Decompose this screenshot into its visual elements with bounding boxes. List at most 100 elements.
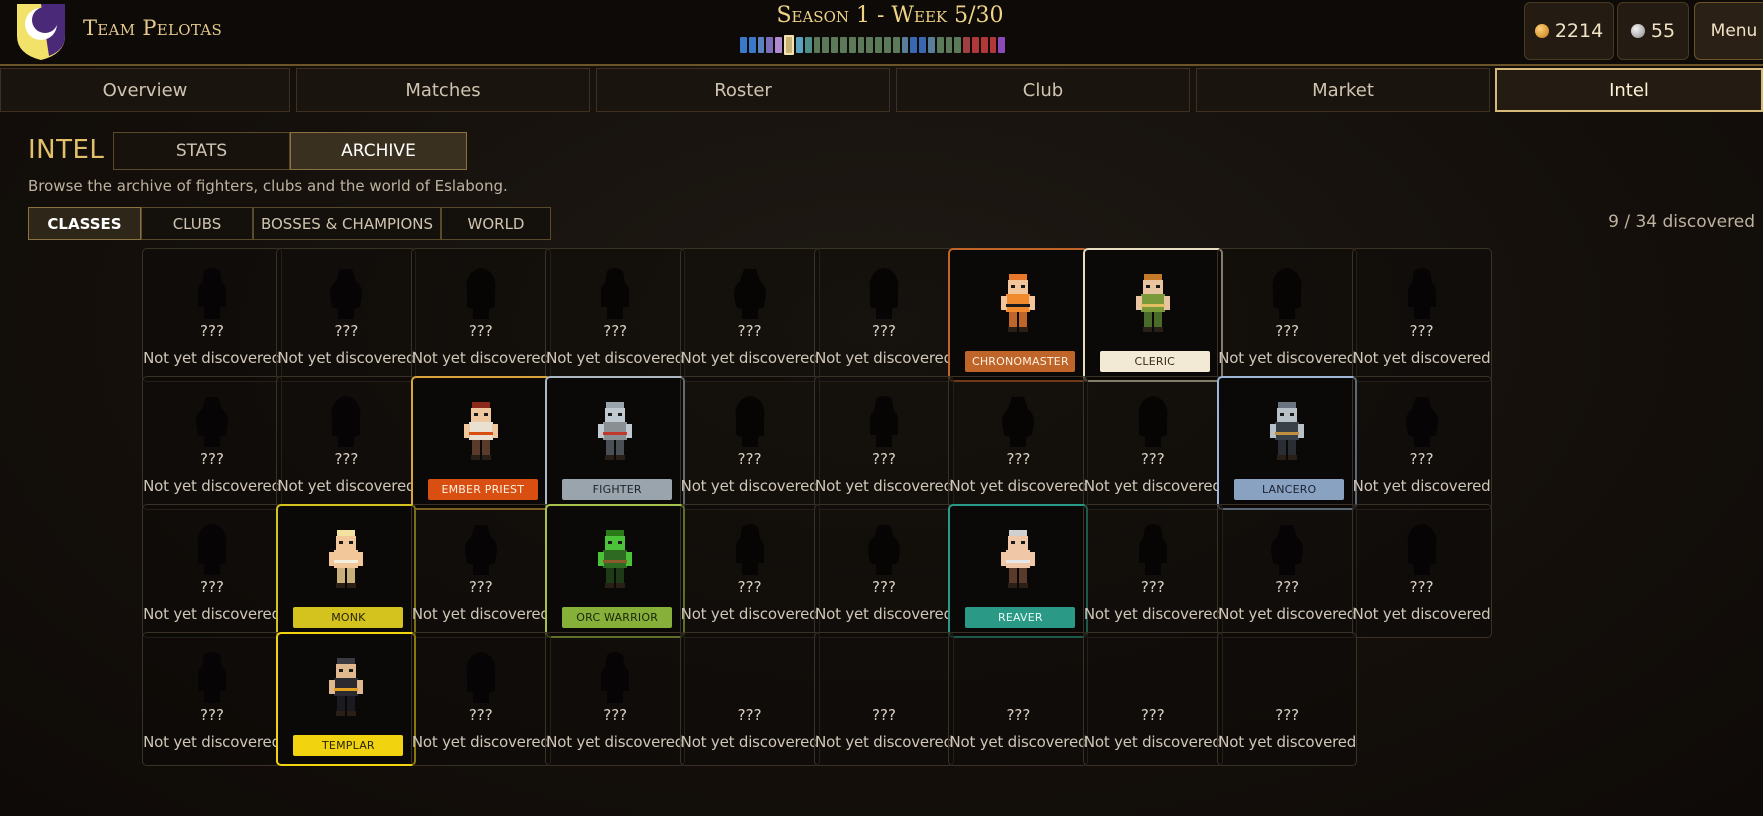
class-card-locked[interactable]: ??? Not yet discovered — [276, 376, 417, 510]
class-card-locked[interactable]: ??? Not yet discovered — [948, 632, 1089, 766]
locked-silhouette-icon — [998, 651, 1038, 705]
class-card-locked[interactable]: ??? Not yet discovered — [679, 248, 820, 382]
week-marker — [766, 37, 774, 53]
class-card-locked[interactable]: ??? Not yet discovered — [410, 632, 551, 766]
team-crest-icon[interactable] — [15, 2, 67, 62]
week-marker — [839, 37, 847, 53]
locked-silhouette-icon — [461, 651, 501, 705]
unknown-class-name: ??? — [468, 322, 493, 340]
unknown-class-name: ??? — [1140, 578, 1165, 596]
unknown-class-name: ??? — [1409, 450, 1434, 468]
class-card-locked[interactable]: ??? Not yet discovered — [1082, 632, 1223, 766]
not-discovered-label: Not yet discovered — [815, 605, 953, 623]
class-card-locked[interactable]: ??? Not yet discovered — [679, 504, 820, 638]
class-card-locked[interactable]: ??? Not yet discovered — [1217, 504, 1358, 638]
locked-silhouette-icon — [864, 395, 904, 449]
class-card-lancero[interactable]: LANCERO — [1217, 376, 1358, 510]
class-card-fighter[interactable]: FIGHTER — [545, 376, 686, 510]
tab-world[interactable]: WORLD — [441, 207, 551, 240]
class-card-cleric[interactable]: CLERIC — [1082, 248, 1223, 382]
class-card-locked[interactable]: ??? Not yet discovered — [1351, 376, 1492, 510]
monk-sprite — [323, 528, 369, 594]
class-card-locked[interactable]: ??? Not yet discovered — [814, 248, 954, 382]
class-card-locked[interactable]: ??? Not yet discovered — [1217, 632, 1358, 766]
locked-silhouette-icon — [1133, 651, 1173, 705]
class-card-locked[interactable]: ??? Not yet discovered — [679, 632, 820, 766]
week-marker — [857, 37, 865, 53]
class-card-locked[interactable]: ??? Not yet discovered — [1217, 248, 1358, 382]
locked-silhouette-icon — [461, 523, 501, 577]
class-card-locked[interactable]: ??? Not yet discovered — [1351, 248, 1492, 382]
week-marker — [980, 37, 988, 53]
gold-counter: 2214 — [1524, 2, 1614, 60]
unknown-class-name: ??? — [1409, 322, 1434, 340]
unknown-class-name: ??? — [334, 322, 359, 340]
class-card-locked[interactable]: ??? Not yet discovered — [276, 248, 417, 382]
locked-silhouette-icon — [1133, 523, 1173, 577]
week-marker — [822, 37, 830, 53]
tab-matches[interactable]: Matches — [296, 68, 590, 112]
class-name-label: EMBER PRIEST — [427, 479, 538, 500]
menu-button[interactable]: Menu — [1694, 2, 1763, 60]
class-card-locked[interactable]: ??? Not yet discovered — [1351, 504, 1492, 638]
unknown-class-name: ??? — [1006, 706, 1031, 724]
class-card-locked[interactable]: ??? Not yet discovered — [410, 504, 551, 638]
tab-market[interactable]: Market — [1196, 68, 1490, 112]
tab-classes[interactable]: CLASSES — [28, 207, 141, 240]
tab-clubs[interactable]: CLUBS — [141, 207, 253, 240]
class-card-locked[interactable]: ??? Not yet discovered — [814, 504, 954, 638]
unknown-class-name: ??? — [737, 578, 762, 596]
unknown-class-name: ??? — [737, 706, 762, 724]
class-card-locked[interactable]: ??? Not yet discovered — [814, 632, 954, 766]
class-card-reaver[interactable]: REAVER — [948, 504, 1089, 638]
class-card-locked[interactable]: ??? Not yet discovered — [142, 248, 282, 382]
class-card-locked[interactable]: ??? Not yet discovered — [1082, 504, 1223, 638]
class-name-label: LANCERO — [1234, 479, 1345, 500]
tab-intel[interactable]: Intel — [1495, 68, 1763, 112]
class-card-locked[interactable]: ??? Not yet discovered — [142, 632, 282, 766]
locked-silhouette-icon — [998, 395, 1038, 449]
class-card-locked[interactable]: ??? Not yet discovered — [545, 248, 686, 382]
week-marker — [963, 37, 970, 53]
not-discovered-label: Not yet discovered — [680, 733, 819, 751]
class-card-locked[interactable]: ??? Not yet discovered — [948, 376, 1089, 510]
team-name[interactable]: Team Pelotas — [83, 16, 222, 40]
locked-silhouette-icon — [192, 651, 232, 705]
tab-bosses-champions[interactable]: BOSSES & CHAMPIONS — [253, 207, 441, 240]
tab-club[interactable]: Club — [896, 68, 1190, 112]
class-card-locked[interactable]: ??? Not yet discovered — [814, 376, 954, 510]
class-card-chronomaster[interactable]: CHRONOMASTER — [948, 248, 1089, 382]
unknown-class-name: ??? — [737, 450, 762, 468]
class-name-label: ORC WARRIOR — [562, 607, 673, 628]
reaver-sprite — [995, 528, 1041, 594]
class-card-locked[interactable]: ??? Not yet discovered — [1082, 376, 1223, 510]
not-discovered-label: Not yet discovered — [680, 477, 819, 495]
not-discovered-label: Not yet discovered — [546, 733, 685, 751]
class-card-orc-warrior[interactable]: ORC WARRIOR — [545, 504, 686, 638]
class-card-monk[interactable]: MONK — [276, 504, 417, 638]
gold-coin-icon — [1534, 24, 1549, 38]
class-card-locked[interactable]: ??? Not yet discovered — [410, 248, 551, 382]
week-marker — [848, 37, 856, 53]
not-discovered-label: Not yet discovered — [1218, 349, 1357, 367]
stats-view-button[interactable]: STATS — [113, 132, 290, 170]
orc-warrior-sprite — [592, 528, 638, 594]
week-marker — [740, 37, 747, 53]
tab-overview[interactable]: Overview — [0, 68, 290, 112]
unknown-class-name: ??? — [737, 322, 762, 340]
class-card-locked[interactable]: ??? Not yet discovered — [545, 632, 686, 766]
not-discovered-label: Not yet discovered — [1218, 605, 1357, 623]
week-marker — [804, 37, 812, 53]
unknown-class-name: ??? — [1006, 450, 1031, 468]
class-card-ember-priest[interactable]: EMBER PRIEST — [410, 376, 551, 510]
archive-view-button[interactable]: ARCHIVE — [290, 132, 467, 170]
not-discovered-label: Not yet discovered — [1352, 477, 1491, 495]
not-discovered-label: Not yet discovered — [949, 733, 1088, 751]
week-marker — [936, 37, 944, 53]
tab-roster[interactable]: Roster — [596, 68, 890, 112]
class-card-locked[interactable]: ??? Not yet discovered — [679, 376, 820, 510]
class-card-locked[interactable]: ??? Not yet discovered — [142, 504, 282, 638]
class-card-locked[interactable]: ??? Not yet discovered — [142, 376, 282, 510]
class-card-templar[interactable]: TEMPLAR — [276, 632, 417, 766]
cleric-sprite — [1130, 272, 1176, 338]
